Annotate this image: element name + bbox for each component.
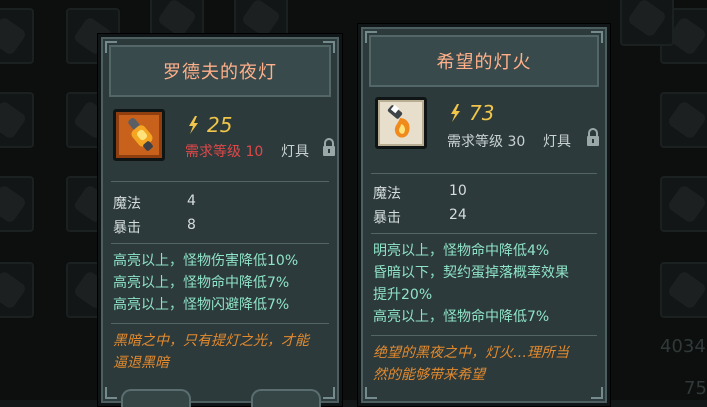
stat-label: 暴击 xyxy=(113,220,141,236)
hope-flame-icon xyxy=(375,97,427,149)
power-value: 73 xyxy=(469,101,495,125)
flavor-text: 黑暗之中，只有提灯之光，才能 xyxy=(113,333,309,349)
lock-icon[interactable] xyxy=(585,127,601,147)
power-icon xyxy=(447,103,463,123)
divider xyxy=(111,323,329,324)
action-button[interactable] xyxy=(121,389,191,407)
stat-label: 暴击 xyxy=(373,210,401,226)
power-icon xyxy=(185,115,201,135)
divider xyxy=(371,233,597,234)
stat-value: 10 xyxy=(449,183,467,199)
power-stat: 25 xyxy=(185,113,232,137)
stat-value: 4 xyxy=(187,193,196,209)
stat-label: 魔法 xyxy=(113,196,141,212)
divider xyxy=(111,181,329,182)
effect-line: 高亮以上，怪物伤害降低10% xyxy=(113,253,299,269)
stat-value: 24 xyxy=(449,207,467,223)
item-type: 灯具 xyxy=(281,144,309,160)
stat-label: 魔法 xyxy=(373,186,401,202)
effect-line: 昏暗以下，契约蛋掉落概率效果 xyxy=(373,265,569,281)
divider xyxy=(111,243,329,244)
item-title: 罗德夫的夜灯 xyxy=(109,45,331,97)
flavor-text: 逼退黑暗 xyxy=(113,355,169,371)
level-requirement: 需求等级 10 xyxy=(185,144,264,160)
item-tooltip-card: 罗德夫的夜灯 25 需求等级 10 灯具 魔法 4 暴击 8 高亮以上，怪物伤害… xyxy=(98,34,342,407)
lantern-torch-icon xyxy=(113,109,165,161)
effect-line: 高亮以上，怪物闪避降低7% xyxy=(113,297,290,313)
action-button[interactable] xyxy=(251,389,321,407)
divider xyxy=(371,173,597,174)
power-stat: 73 xyxy=(447,101,494,125)
flavor-text: 绝望的黑夜之中，灯火…理所当 xyxy=(373,345,569,361)
item-tooltip-card: 希望的灯火 73 需求等级 30 灯具 魔法 10 暴击 24 明亮以上，怪物命… xyxy=(358,24,610,406)
divider xyxy=(371,335,597,336)
power-value: 25 xyxy=(207,113,233,137)
level-requirement: 需求等级 30 xyxy=(447,134,526,150)
effect-line: 高亮以上，怪物命中降低7% xyxy=(113,275,290,291)
flavor-text: 然的能够带来希望 xyxy=(373,367,485,383)
item-type: 灯具 xyxy=(543,134,571,150)
item-title: 希望的灯火 xyxy=(369,35,599,87)
effect-line: 高亮以上，怪物命中降低7% xyxy=(373,309,550,325)
effect-line: 明亮以上，怪物命中降低4% xyxy=(373,243,550,259)
stat-value: 8 xyxy=(187,217,196,233)
lock-icon[interactable] xyxy=(321,137,337,157)
effect-line: 提升20% xyxy=(373,287,433,303)
